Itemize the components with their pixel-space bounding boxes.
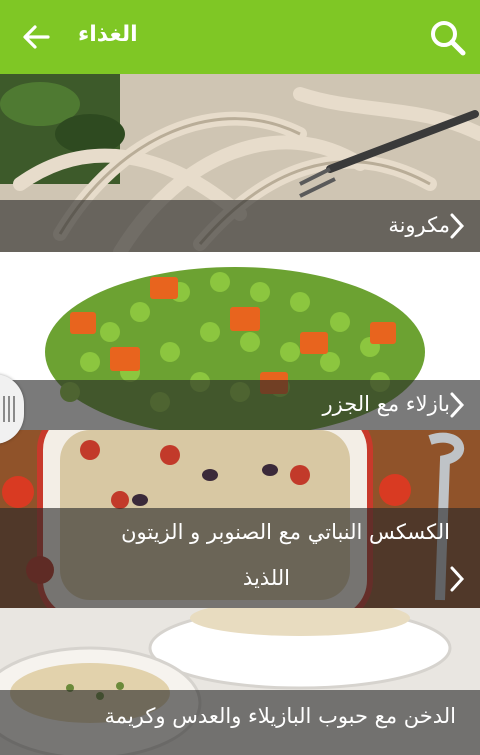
list-item[interactable]: مكرونة <box>0 74 480 252</box>
app-bar: الغذاء <box>0 0 480 74</box>
recipe-title: مكرونة <box>388 213 450 237</box>
search-icon[interactable] <box>428 18 468 58</box>
list-item[interactable]: الكسكس النباتي مع الصنوبر و الزيتون اللذ… <box>0 430 480 608</box>
arrow-back-icon[interactable] <box>18 20 54 54</box>
chevron-right-icon[interactable] <box>446 564 468 594</box>
recipe-caption: بازلاء مع الجزر <box>0 380 480 430</box>
recipe-caption: مكرونة <box>0 200 480 252</box>
recipe-caption: الكسكس النباتي مع الصنوبر و الزيتون اللذ… <box>0 508 480 608</box>
page-title: الغذاء <box>78 22 138 47</box>
drawer-handle-icon <box>3 396 15 422</box>
recipe-caption: الدخن مع حبوب البازيلاء والعدس وكريمة <box>0 690 480 755</box>
list-item[interactable]: بازلاء مع الجزر <box>0 252 480 430</box>
recipe-title: الدخن مع حبوب البازيلاء والعدس وكريمة <box>104 704 456 728</box>
chevron-right-icon[interactable] <box>446 211 468 241</box>
recipe-title-line2: اللذيذ <box>242 566 290 590</box>
chevron-right-icon[interactable] <box>446 390 468 420</box>
list-item[interactable]: الدخن مع حبوب البازيلاء والعدس وكريمة <box>0 608 480 755</box>
recipe-title: الكسكس النباتي مع الصنوبر و الزيتون <box>121 520 450 544</box>
recipe-list[interactable]: مكرونة بازلاء مع الجزر الكسكس النباتي مع… <box>0 74 480 755</box>
recipe-title: بازلاء مع الجزر <box>322 392 450 416</box>
